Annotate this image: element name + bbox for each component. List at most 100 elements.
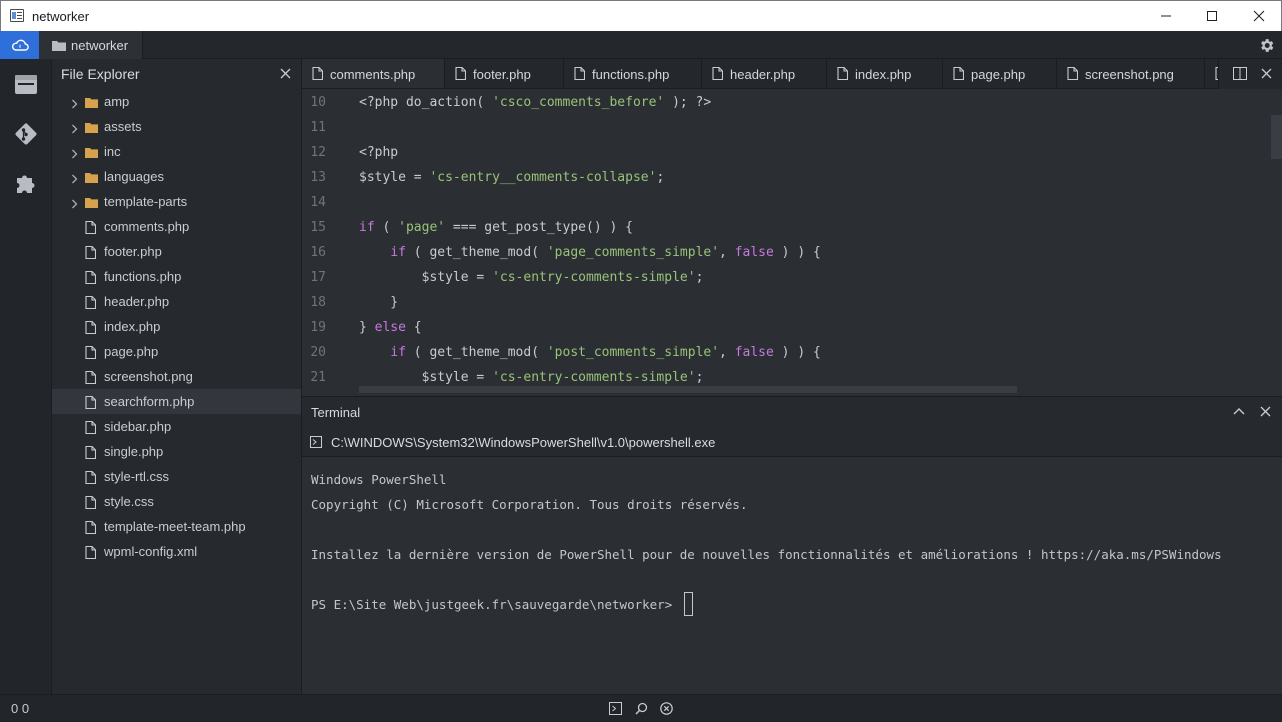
explorer-title: File Explorer: [61, 66, 140, 82]
file-icon: [85, 520, 97, 537]
file-icon: [85, 470, 97, 487]
split-editor-icon[interactable]: [1233, 67, 1247, 80]
tab-screenshot-png[interactable]: screenshot.png: [1057, 59, 1205, 88]
file-icon: [85, 295, 97, 312]
files-icon[interactable]: [13, 71, 39, 97]
chevron-right-icon[interactable]: [71, 122, 78, 137]
file-icon: [85, 445, 97, 462]
file-icon: [712, 66, 724, 83]
folder-name: amp: [104, 94, 130, 109]
project-label: networker: [71, 38, 129, 53]
code-line: 11: [302, 114, 1262, 139]
file-icon: [312, 66, 324, 83]
file-item[interactable]: page.php: [52, 339, 301, 364]
project-tab[interactable]: networker: [39, 31, 143, 59]
tab-functions-php[interactable]: functions.php: [564, 59, 702, 88]
file-name: footer.php: [104, 244, 162, 259]
window-titlebar: networker: [0, 0, 1282, 31]
tab-header-php[interactable]: header.php: [702, 59, 827, 88]
minimize-button[interactable]: [1143, 1, 1189, 31]
code-line: 18 }: [302, 289, 1262, 314]
file-item[interactable]: sidebar.php: [52, 414, 301, 439]
folder-item[interactable]: amp: [52, 89, 301, 114]
activity-bar: [0, 59, 52, 694]
file-item[interactable]: functions.php: [52, 264, 301, 289]
chevron-right-icon[interactable]: [71, 197, 78, 212]
editor-vertical-scrollbar[interactable]: [1271, 115, 1282, 159]
terminal-line: Installez la dernière version de PowerSh…: [311, 547, 1222, 562]
code-line: 17 $style = 'cs-entry-comments-simple';: [302, 264, 1262, 289]
maximize-button[interactable]: [1189, 1, 1235, 31]
folder-icon: [52, 41, 66, 51]
file-name: searchform.php: [104, 394, 195, 409]
folder-item[interactable]: languages: [52, 164, 301, 189]
file-item[interactable]: single.php: [52, 439, 301, 464]
close-icon[interactable]: [1261, 68, 1272, 79]
window-title: networker: [32, 9, 90, 24]
code-line: 14: [302, 189, 1262, 214]
app-icon: [10, 9, 24, 22]
editor-horizontal-scrollbar[interactable]: [359, 386, 1017, 393]
tab-comments-php[interactable]: comments.php: [302, 59, 445, 88]
folder-item[interactable]: assets: [52, 114, 301, 139]
close-window-button[interactable]: [1236, 1, 1282, 31]
file-icon: [85, 220, 97, 237]
line-number: 15: [310, 220, 326, 235]
file-item[interactable]: footer.php: [52, 239, 301, 264]
code-text: if ( 'page' === get_post_type() ) {: [359, 220, 633, 235]
file-item[interactable]: comments.php: [52, 214, 301, 239]
terminal-cursor: [683, 592, 693, 616]
file-item[interactable]: style-rtl.css: [52, 464, 301, 489]
tab-label: comments.php: [330, 67, 416, 82]
puzzle-icon[interactable]: [13, 170, 39, 196]
file-item[interactable]: screenshot.png: [52, 364, 301, 389]
tab-page-php[interactable]: page.php: [943, 59, 1057, 88]
terminal-header: Terminal: [302, 397, 1282, 427]
code-text: if ( get_theme_mod( 'post_comments_simpl…: [390, 345, 821, 360]
line-number: 11: [310, 120, 326, 135]
file-name: single.php: [104, 444, 164, 459]
cloud-button[interactable]: [0, 31, 39, 59]
chevron-right-icon[interactable]: [71, 172, 78, 187]
folder-item[interactable]: inc: [52, 139, 301, 164]
search-icon[interactable]: [635, 702, 648, 715]
terminal-line: Copyright (C) Microsoft Corporation. Tou…: [311, 497, 748, 512]
file-item[interactable]: searchform.php: [52, 389, 301, 414]
tab-index-php[interactable]: index.php: [827, 59, 943, 88]
terminal-panel: Terminal C:\WINDOWS\System32\WindowsPowe…: [302, 396, 1282, 694]
git-icon[interactable]: [13, 121, 39, 147]
chevron-up-icon[interactable]: [1233, 406, 1245, 416]
tab-label: page.php: [971, 67, 1026, 82]
line-number: 20: [310, 345, 326, 360]
file-name: sidebar.php: [104, 419, 172, 434]
close-icon[interactable]: [280, 68, 291, 79]
tab-label: index.php: [855, 67, 912, 82]
file-item[interactable]: header.php: [52, 289, 301, 314]
file-item[interactable]: wpml-config.xml: [52, 539, 301, 564]
file-name: page.php: [104, 344, 159, 359]
code-editor[interactable]: 10 <?php do_action( 'csco_comments_before…: [302, 89, 1282, 395]
file-name: comments.php: [104, 219, 190, 234]
file-item[interactable]: template-meet-team.php: [52, 514, 301, 539]
chevron-right-icon[interactable]: [71, 97, 78, 112]
folder-name: template-parts: [104, 194, 188, 209]
file-item[interactable]: index.php: [52, 314, 301, 339]
gear-icon[interactable]: [1258, 37, 1275, 54]
problem-counts[interactable]: 0 0: [11, 701, 29, 716]
file-item[interactable]: style.css: [52, 489, 301, 514]
line-number: 13: [310, 170, 326, 185]
folder-item[interactable]: template-parts: [52, 189, 301, 214]
line-number: 17: [310, 270, 326, 285]
file-name: functions.php: [104, 269, 182, 284]
folder-icon: [85, 171, 98, 186]
close-icon[interactable]: [1260, 406, 1271, 417]
close-circle-icon[interactable]: [660, 702, 673, 715]
tab-footer-php[interactable]: footer.php: [445, 59, 564, 88]
terminal-icon: [310, 436, 322, 448]
code-line: 12 <?php: [302, 139, 1262, 164]
chevron-right-icon[interactable]: [71, 147, 78, 162]
file-icon: [574, 66, 586, 83]
terminal-tab[interactable]: C:\WINDOWS\System32\WindowsPowerShell\v1…: [302, 427, 1282, 457]
tab-label: footer.php: [473, 67, 531, 82]
terminal-icon[interactable]: [609, 702, 622, 715]
